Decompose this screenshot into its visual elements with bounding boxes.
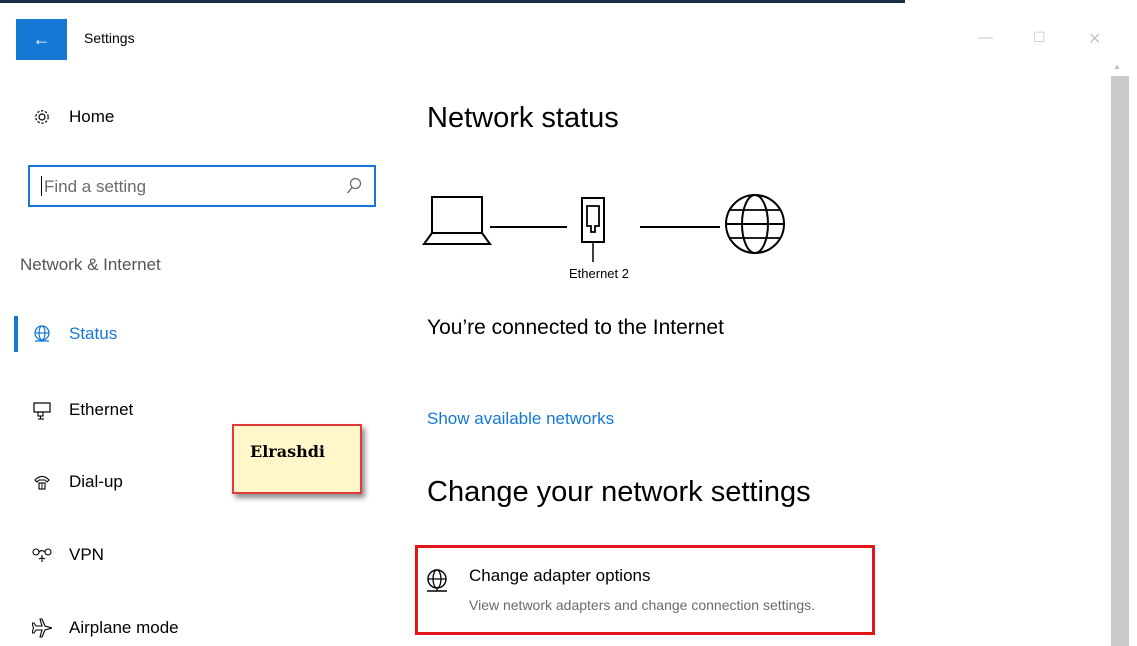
show-available-networks-link[interactable]: Show available networks — [427, 409, 614, 429]
maximize-button[interactable]: ☐ — [1033, 29, 1046, 46]
watermark-text: Elrashdi — [250, 442, 325, 461]
network-status-heading: Network status — [427, 102, 619, 134]
adapter-name-label: Ethernet 2 — [569, 266, 629, 281]
back-arrow-icon: ← — [32, 29, 51, 49]
scrollbar-thumb[interactable] — [1111, 76, 1129, 646]
search-icon[interactable] — [346, 177, 362, 200]
sidebar-item-label: Airplane mode — [69, 618, 179, 637]
change-adapter-options-item[interactable] — [415, 545, 875, 635]
app-title: Settings — [84, 30, 135, 46]
ethernet-port-icon — [581, 197, 605, 262]
change-settings-heading: Change your network settings — [427, 476, 811, 508]
globe-icon — [30, 324, 54, 344]
section-label: Network & Internet — [20, 255, 161, 274]
change-adapter-options-title[interactable]: Change adapter options — [469, 566, 650, 586]
globe-icon — [725, 194, 785, 254]
ethernet-icon — [30, 400, 54, 420]
close-button[interactable]: ✕ — [1088, 29, 1101, 49]
change-adapter-options-description: View network adapters and change connect… — [469, 597, 816, 613]
watermark-label: Elrashdi — [232, 424, 362, 494]
sidebar-item-label: Home — [69, 107, 115, 126]
search-field[interactable] — [28, 165, 376, 207]
minimize-button[interactable]: — — [978, 29, 993, 46]
title-bar: ← Settings — ☐ ✕ — [0, 3, 1137, 72]
airplane-icon — [30, 617, 54, 639]
network-diagram — [420, 180, 800, 275]
active-indicator — [14, 316, 18, 352]
sidebar-item-label: VPN — [69, 545, 104, 564]
network-diagram-graphic — [422, 194, 785, 262]
adapter-globe-icon — [425, 568, 449, 601]
sidebar-item-label: Ethernet — [69, 400, 134, 419]
search-input[interactable] — [42, 173, 346, 201]
sidebar-item-label: Status — [69, 324, 118, 343]
connection-status-text: You’re connected to the Internet — [427, 316, 724, 339]
laptop-icon — [422, 196, 492, 245]
back-button[interactable]: ← — [16, 19, 67, 60]
gear-icon — [30, 108, 54, 126]
scroll-up-arrow-icon[interactable]: ▲ — [1113, 62, 1121, 71]
dialup-icon — [30, 472, 54, 492]
vpn-icon — [30, 546, 54, 564]
sidebar-item-label: Dial-up — [69, 472, 123, 491]
